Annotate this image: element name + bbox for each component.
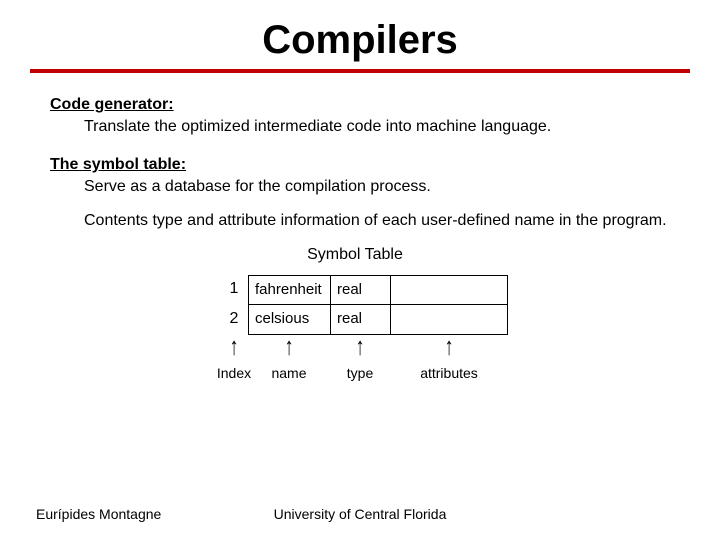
cell-attributes (390, 275, 508, 305)
section-heading-symtab: The symbol table: (50, 155, 670, 175)
section-body-codegen: Translate the optimized intermediate cod… (50, 117, 670, 137)
cell-name: fahrenheit (248, 275, 330, 305)
row-index: 2 (220, 305, 248, 335)
table-row: 2 celsious real (220, 305, 670, 335)
section-body-symtab-1: Serve as a database for the compilation … (50, 177, 670, 197)
label-type: type (347, 365, 373, 383)
arrow-up-icon: ↑ (285, 333, 294, 358)
row-index: 1 (220, 275, 248, 305)
arrow-up-icon: ↑ (230, 333, 239, 358)
cell-type: real (330, 305, 390, 335)
label-name: name (271, 365, 306, 383)
symbol-table: 1 fahrenheit real 2 celsious real ↑ Inde… (220, 275, 670, 385)
section-body-symtab-2: Contents type and attribute information … (50, 211, 670, 231)
footer-author: Eurípides Montagne (36, 506, 161, 522)
content-area: Code generator: Translate the optimized … (0, 73, 720, 385)
arrow-up-icon: ↑ (356, 333, 365, 358)
table-row: 1 fahrenheit real (220, 275, 670, 305)
symbol-table-caption: Symbol Table (300, 245, 410, 265)
cell-attributes (390, 305, 508, 335)
page-title: Compilers (262, 18, 458, 63)
footer: Eurípides Montagne University of Central… (0, 506, 720, 522)
cell-type: real (330, 275, 390, 305)
section-heading-codegen: Code generator: (50, 95, 670, 115)
arrow-up-icon: ↑ (445, 333, 454, 358)
cell-name: celsious (248, 305, 330, 335)
label-index: Index (217, 365, 251, 383)
label-attributes: attributes (420, 365, 478, 383)
column-labels: ↑ Index ↑ name ↑ type ↑ attributes (220, 335, 508, 383)
